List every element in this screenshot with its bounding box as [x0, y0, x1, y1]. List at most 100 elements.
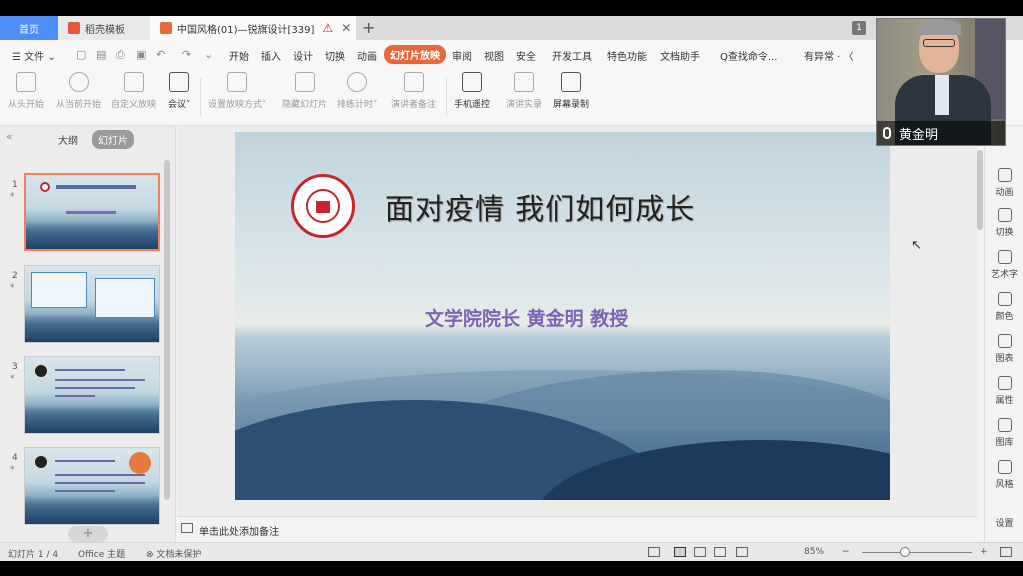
zoom-slider[interactable]: [862, 552, 972, 553]
meeting-button[interactable]: 会议˅: [168, 72, 191, 110]
slide-thumbnail-2[interactable]: [24, 265, 160, 343]
collapse-panel-icon[interactable]: «: [6, 130, 13, 143]
meeting-icon: [169, 72, 190, 92]
slideshow-view-icon[interactable]: [736, 547, 748, 557]
redo-icon[interactable]: ↷: [182, 48, 191, 61]
gallery-icon: [997, 418, 1012, 432]
theme-name: Office 主题: [78, 550, 126, 560]
phone-remote-button[interactable]: 手机遥控: [454, 72, 490, 110]
tab-template[interactable]: 稻壳模板: [58, 16, 150, 40]
fit-window-icon[interactable]: [1000, 547, 1012, 557]
thumb-ink-circle: [33, 363, 49, 379]
doc-protect-status[interactable]: ⊗ 文档未保护: [146, 547, 201, 560]
thumb-card: [31, 272, 87, 308]
canvas-scrollbar[interactable]: [977, 150, 983, 230]
thumb-text-line: [55, 460, 115, 462]
menu-features[interactable]: 特色功能: [607, 48, 647, 63]
tab-slides[interactable]: 幻灯片: [92, 130, 134, 149]
close-tab-icon[interactable]: ✕: [341, 21, 351, 35]
thumb-text-line: [55, 369, 125, 371]
slide-animation-marker: *: [10, 465, 15, 475]
sidebar-colors[interactable]: 颜色: [985, 292, 1023, 322]
screen-record-button[interactable]: 屏幕录制: [553, 72, 589, 110]
preview-icon[interactable]: ▣: [136, 48, 146, 61]
sidebar-chart[interactable]: 图表: [985, 334, 1023, 364]
sidebar-gallery[interactable]: 图库: [985, 418, 1023, 448]
setup-show-button[interactable]: 设置放映方式˅: [208, 72, 267, 110]
sidebar-settings[interactable]: 设置: [985, 516, 1023, 529]
reading-view-icon[interactable]: [714, 547, 726, 557]
play-from-start-button[interactable]: 从头开始: [8, 72, 44, 110]
animation-star-icon: [997, 168, 1012, 182]
ribbon-label: 自定义放映: [111, 100, 157, 110]
file-menu[interactable]: ☰ 文件 ⌄: [12, 48, 56, 63]
current-slide[interactable]: 面对疫情 我们如何成长 文学院院长 黄金明 教授: [235, 132, 890, 500]
new-tab-button[interactable]: +: [362, 18, 375, 37]
menu-doc-assistant[interactable]: 文档助手: [660, 48, 700, 63]
speaker-notes-button[interactable]: 演讲者备注: [391, 72, 436, 110]
sidebar-wordart[interactable]: 艺术字: [985, 250, 1023, 280]
save-icon[interactable]: ▢: [76, 48, 86, 61]
slide-thumbnail-4[interactable]: [24, 447, 160, 525]
hide-slide-button[interactable]: 隐藏幻灯片: [282, 72, 327, 110]
print-icon[interactable]: ⎙: [116, 48, 125, 62]
command-search[interactable]: Q查找命令...: [720, 48, 777, 63]
menu-design[interactable]: 设计: [293, 48, 313, 63]
sidebar-properties[interactable]: 属性: [985, 376, 1023, 406]
sidebar-transition[interactable]: 切换: [985, 208, 1023, 238]
tab-template-label: 稻壳模板: [85, 24, 125, 36]
menu-developer[interactable]: 开发工具: [552, 48, 592, 63]
notes-pane[interactable]: 单击此处添加备注: [177, 516, 977, 542]
sidebar-style[interactable]: 风格: [985, 460, 1023, 490]
menu-transition[interactable]: 切换: [325, 48, 345, 63]
menu-insert[interactable]: 插入: [261, 48, 281, 63]
tab-home[interactable]: 首页: [0, 16, 58, 40]
menu-review[interactable]: 审阅: [452, 48, 472, 63]
sync-status[interactable]: 有异常 · 〈: [804, 48, 854, 63]
undo-icon[interactable]: ↶: [156, 48, 165, 61]
record-talk-button[interactable]: 演讲实录: [506, 72, 542, 110]
more-icon[interactable]: ⌄: [204, 48, 213, 61]
zoom-slider-handle[interactable]: [900, 547, 910, 557]
thumb-text-line: [55, 482, 145, 484]
menu-slideshow[interactable]: 幻灯片放映: [384, 45, 446, 64]
ribbon-label: 演讲者备注: [391, 100, 437, 110]
custom-show-button[interactable]: 自定义放映: [111, 72, 156, 110]
export-icon[interactable]: ▤: [96, 48, 106, 61]
menu-view[interactable]: 视图: [484, 48, 504, 63]
ribbon-label: 从头开始: [8, 100, 45, 110]
play-icon: [68, 72, 89, 92]
window-count-badge[interactable]: 1: [852, 21, 866, 35]
menu-animation[interactable]: 动画: [357, 48, 377, 63]
speaker-hair: [917, 19, 961, 35]
speaker-name-label: 黄金明: [877, 121, 1005, 145]
sorter-view-icon[interactable]: [694, 547, 706, 557]
thumbnail-scrollbar[interactable]: [164, 160, 170, 500]
tab-outline[interactable]: 大纲: [52, 130, 84, 149]
tab-document[interactable]: 中国风格(01)—锐旗设计[339] ⚠ ✕: [150, 16, 356, 40]
menu-start[interactable]: 开始: [229, 48, 249, 63]
menu-security[interactable]: 安全: [516, 48, 536, 63]
sidebar-label: 属性: [995, 396, 1014, 406]
normal-view-icon[interactable]: [674, 547, 686, 557]
sidebar-label: 艺术字: [990, 270, 1018, 280]
zoom-level[interactable]: 85%: [804, 547, 824, 557]
slide-title[interactable]: 面对疫情 我们如何成长: [385, 186, 695, 228]
notes-placeholder: 单击此处添加备注: [199, 527, 279, 538]
notes-toggle-icon[interactable]: [648, 547, 660, 557]
sidebar-label: 风格: [995, 480, 1014, 490]
add-slide-button[interactable]: +: [68, 526, 108, 542]
thumb-mountains: [25, 405, 159, 433]
play-from-current-button[interactable]: 从当前开始: [56, 72, 101, 110]
slide-thumbnail-1[interactable]: [24, 173, 160, 251]
zoom-out-icon[interactable]: −: [842, 547, 850, 557]
slide-thumbnail-3[interactable]: [24, 356, 160, 434]
zoom-in-icon[interactable]: +: [980, 547, 988, 557]
slide-subtitle[interactable]: 文学院院长 黄金明 教授: [425, 304, 628, 331]
rehearse-timing-button[interactable]: 排练计时˅: [337, 72, 378, 110]
ribbon-divider: [200, 78, 201, 116]
settings-slide-icon: [227, 72, 248, 92]
thumb-text-line: [55, 490, 115, 492]
sidebar-animation[interactable]: 动画: [985, 168, 1023, 198]
university-logo[interactable]: [291, 174, 355, 238]
